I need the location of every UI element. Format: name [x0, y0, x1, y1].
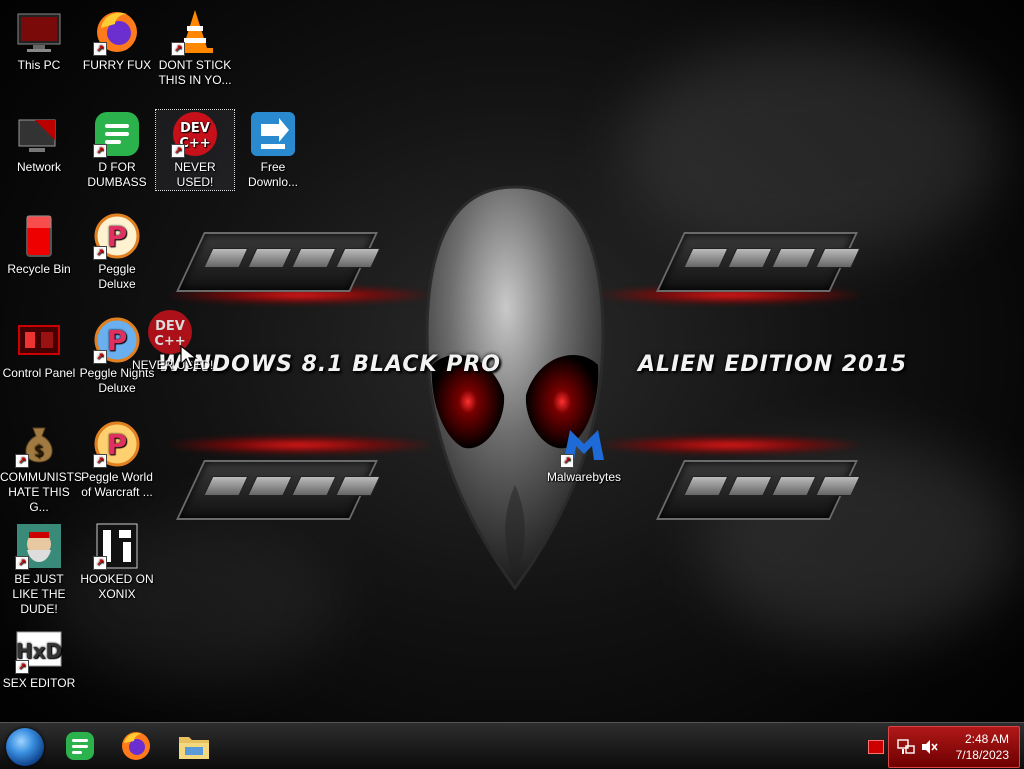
feedly-icon: [66, 732, 94, 760]
metal-plate: [656, 460, 861, 520]
shortcut-arrow-icon: ↗: [93, 144, 107, 158]
desktop-icon-communists[interactable]: $ ↗ COMMUNISTS HATE THIS G...: [0, 420, 82, 515]
clock-time: 2:48 AM: [964, 732, 1009, 746]
metal-plate: [656, 232, 861, 292]
shortcut-arrow-icon: ↗: [93, 42, 107, 56]
red-glow: [170, 436, 430, 454]
taskbar-firefox[interactable]: [118, 729, 154, 763]
icon-label: DONT STICK THIS IN YO...: [158, 58, 232, 87]
download-manager-icon: [249, 110, 297, 158]
desktop-icon-peggle-wow[interactable]: P ↗ Peggle World of Warcraft ...: [78, 420, 156, 500]
network-icon: [15, 110, 63, 158]
shortcut-arrow-icon: ↗: [560, 454, 574, 468]
svg-text:DEV: DEV: [155, 319, 185, 334]
taskbar-file-explorer[interactable]: [176, 729, 212, 763]
icon-label: COMMUNISTS HATE THIS G...: [0, 470, 82, 514]
monitor-icon: [15, 8, 63, 56]
system-tray: 2:48 AM 7/18/2023: [888, 726, 1020, 768]
show-hidden-icons-button[interactable]: [868, 740, 884, 754]
svg-text:$: $: [34, 441, 44, 460]
desktop-icon-peggle-deluxe[interactable]: P ↗ Peggle Deluxe: [78, 212, 156, 292]
desktop-icon-recycle-bin[interactable]: Recycle Bin: [0, 212, 78, 277]
start-button[interactable]: [6, 728, 44, 766]
icon-label: Recycle Bin: [7, 262, 71, 276]
shortcut-arrow-icon: ↗: [15, 454, 29, 468]
wallpaper-text-right: ALIEN EDITION 2015: [638, 352, 908, 377]
recycle-bin-icon: [15, 212, 63, 260]
firefox-icon: [122, 732, 150, 760]
desktop-icon-free-download[interactable]: Free Downlo...: [234, 110, 312, 190]
desktop-icon-control-panel[interactable]: Control Panel: [0, 316, 78, 381]
icon-label: HOOKED ON XONIX: [80, 572, 154, 601]
icon-label: BE JUST LIKE THE DUDE!: [12, 572, 66, 616]
desktop-icon-dude[interactable]: ↗ BE JUST LIKE THE DUDE!: [0, 522, 78, 617]
peggle-icon: P ↗: [93, 212, 141, 260]
desktop-icon-malwarebytes[interactable]: ↗ Malwarebytes: [545, 420, 623, 485]
desktop-icon-never-used[interactable]: DEV C++ ↗ NEVER USED!: [155, 109, 235, 191]
feedly-icon: ↗: [93, 110, 141, 158]
icon-label: FURRY FUX: [82, 58, 152, 72]
smoke-effect: [620, 40, 1000, 260]
desktop-icon-network[interactable]: Network: [0, 110, 78, 175]
network-tray-icon[interactable]: [897, 739, 915, 755]
icon-label: Peggle Deluxe: [98, 262, 136, 291]
folder-icon: [179, 737, 209, 759]
volume-muted-icon[interactable]: [921, 739, 939, 755]
peggle-nights-icon: P ↗: [93, 316, 141, 364]
icon-label: D FOR DUMBASS: [87, 160, 147, 189]
icon-label: NEVER USED!: [174, 160, 216, 189]
shortcut-arrow-icon: ↗: [15, 660, 29, 674]
shortcut-arrow-icon: ↗: [171, 144, 185, 158]
icon-label: SEX EDITOR: [2, 676, 76, 690]
firefox-icon: ↗: [93, 8, 141, 56]
control-panel-icon: [15, 316, 63, 364]
metal-plate: [176, 232, 381, 292]
vlc-cone-icon: ↗: [171, 8, 219, 56]
clock-date: 7/18/2023: [955, 748, 1009, 762]
shortcut-arrow-icon: ↗: [171, 42, 185, 56]
icon-label: Network: [16, 160, 61, 174]
icon-label: Control Panel: [2, 366, 76, 380]
peggle-wow-icon: P ↗: [93, 420, 141, 468]
desktop-icon-furry-fux[interactable]: ↗ FURRY FUX: [78, 8, 156, 73]
malwarebytes-icon: ↗: [560, 420, 608, 468]
shortcut-arrow-icon: ↗: [93, 350, 107, 364]
svg-text:P: P: [107, 220, 128, 253]
hxd-editor-icon: HxD ↗: [15, 626, 63, 674]
clock[interactable]: 2:48 AM 7/18/2023: [956, 731, 1009, 763]
shortcut-arrow-icon: ↗: [93, 556, 107, 570]
desktop-icon-sex-editor[interactable]: HxD ↗ SEX EDITOR: [0, 626, 78, 691]
dude-game-icon: ↗: [15, 522, 63, 570]
desktop-icon-d-for-dumbass[interactable]: ↗ D FOR DUMBASS: [78, 110, 156, 190]
xonix-icon: ↗: [93, 522, 141, 570]
icon-label: This PC: [17, 58, 61, 72]
desktop-icon-xonix[interactable]: ↗ HOOKED ON XONIX: [78, 522, 156, 602]
icon-label: Free Downlo...: [247, 160, 299, 189]
desktop-icon-peggle-nights[interactable]: P ↗ Peggle Nights Deluxe: [78, 316, 156, 396]
shortcut-arrow-icon: ↗: [15, 556, 29, 570]
icon-label: Malwarebytes: [546, 470, 622, 484]
shortcut-arrow-icon: ↗: [93, 454, 107, 468]
alien-head-logo: [425, 185, 605, 590]
svg-text:P: P: [107, 428, 128, 461]
money-bag-icon: $ ↗: [15, 420, 63, 468]
taskbar-feedly[interactable]: [62, 729, 98, 763]
metal-plate: [176, 460, 381, 520]
desktop-icon-dont-stick[interactable]: ↗ DONT STICK THIS IN YO...: [156, 8, 234, 88]
red-glow: [600, 436, 860, 454]
mouse-cursor-icon: [180, 345, 198, 368]
desktop-icon-this-pc[interactable]: This PC: [0, 8, 78, 73]
dev-cpp-icon: DEV C++ ↗: [171, 110, 219, 158]
svg-text:P: P: [107, 324, 128, 357]
shortcut-arrow-icon: ↗: [93, 246, 107, 260]
svg-text:DEV: DEV: [180, 121, 210, 136]
icon-label: Peggle World of Warcraft ...: [81, 470, 153, 499]
